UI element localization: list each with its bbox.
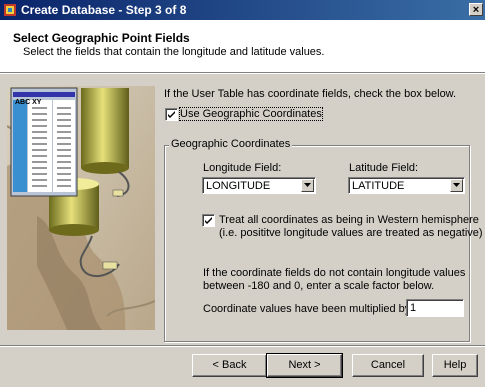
page-subtitle: Select the fields that contain the longi… xyxy=(23,46,325,58)
database-app-icon xyxy=(4,4,16,16)
checkmark-icon xyxy=(168,111,175,118)
multiplier-input[interactable]: 1 xyxy=(406,299,464,317)
western-hemisphere-note: (i.e. posititve longitude values are tre… xyxy=(219,227,483,239)
back-button-label: < Back xyxy=(212,359,247,371)
back-button[interactable]: < Back xyxy=(192,354,267,377)
group-title: Geographic Coordinates xyxy=(169,138,293,150)
page-title: Select Geographic Point Fields xyxy=(13,31,190,45)
wizard-illustration: ABC XY xyxy=(7,86,155,330)
cancel-button[interactable]: Cancel xyxy=(352,354,424,377)
title-bar[interactable]: Create Database - Step 3 of 8 × xyxy=(0,0,485,20)
latitude-field-value: LATITUDE xyxy=(352,180,405,192)
scale-note-line1: If the coordinate fields do not contain … xyxy=(203,267,466,279)
illustration-table-header: ABC XY xyxy=(15,99,42,106)
western-hemisphere-label[interactable]: Treat all coordinates as being in Wester… xyxy=(219,214,479,226)
window-title: Create Database - Step 3 of 8 xyxy=(21,3,187,17)
header-divider-highlight xyxy=(0,73,485,74)
next-button[interactable]: Next > xyxy=(266,353,343,378)
help-button[interactable]: Help xyxy=(432,354,478,377)
wizard-header: Select Geographic Point Fields Select th… xyxy=(0,20,485,72)
footer-divider-highlight xyxy=(0,346,485,347)
help-button-label: Help xyxy=(443,359,467,371)
latitude-dropdown-button[interactable] xyxy=(450,179,463,192)
chevron-down-icon xyxy=(453,183,460,187)
scale-note-line2: between -180 and 0, enter a scale factor… xyxy=(203,280,435,292)
next-button-label: Next > xyxy=(288,359,321,371)
use-geographic-coordinates-label[interactable]: Use Geographic Coordinates xyxy=(179,107,323,121)
use-geographic-coordinates-checkbox[interactable] xyxy=(165,108,178,121)
longitude-dropdown-button[interactable] xyxy=(301,179,314,192)
western-hemisphere-checkbox[interactable] xyxy=(202,214,215,227)
latitude-field-select[interactable]: LATITUDE xyxy=(348,177,465,194)
multiplier-label: Coordinate values have been multiplied b… xyxy=(203,303,414,315)
intro-text: If the User Table has coordinate fields,… xyxy=(164,88,457,100)
checkmark-icon xyxy=(205,217,212,224)
cancel-button-label: Cancel xyxy=(370,359,406,371)
chevron-down-icon xyxy=(304,183,311,187)
multiplier-value: 1 xyxy=(410,302,417,314)
longitude-field-label: Longitude Field: xyxy=(203,162,282,174)
longitude-field-select[interactable]: LONGITUDE xyxy=(202,177,316,194)
close-button[interactable]: × xyxy=(469,3,483,16)
longitude-field-value: LONGITUDE xyxy=(206,180,271,192)
latitude-field-label: Latitude Field: xyxy=(349,162,419,174)
